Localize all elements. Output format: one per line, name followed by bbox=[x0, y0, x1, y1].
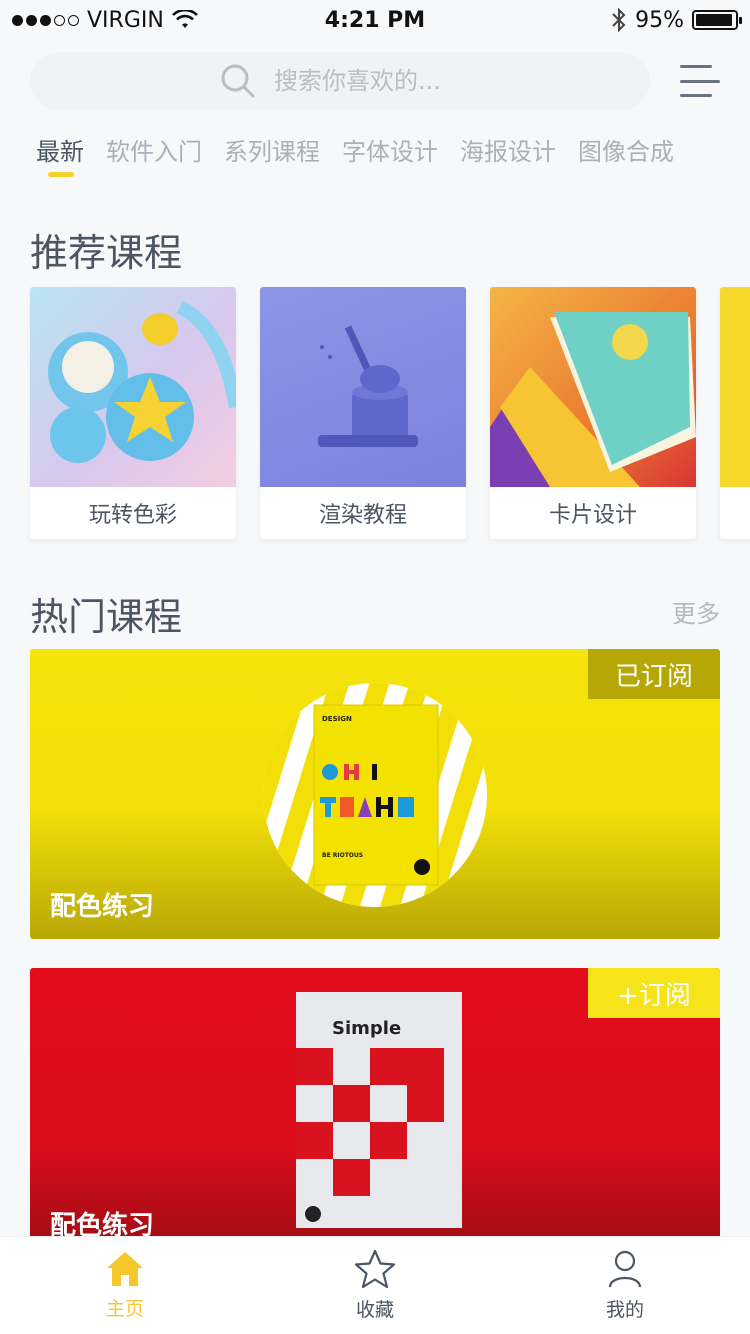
tabbar-label-home: 主页 bbox=[105, 1298, 144, 1320]
recommend-section-title: 推荐课程 bbox=[30, 231, 183, 275]
search-row bbox=[30, 52, 720, 110]
cupcake-illustration bbox=[48, 300, 236, 463]
recommend-card-color[interactable]: 玩转色彩 bbox=[30, 287, 236, 539]
subscribed-badge[interactable]: 已订阅 bbox=[588, 649, 720, 699]
status-left: VIRGIN bbox=[12, 8, 198, 33]
signal-strength-icon bbox=[12, 14, 79, 26]
tabbar-item-home[interactable]: 主页 bbox=[25, 1250, 225, 1321]
hot-course-card[interactable]: Simple +订阅 配色练习 bbox=[30, 968, 720, 1258]
tab-poster-design[interactable]: 海报设计 bbox=[460, 132, 556, 167]
guitar-drum-illustration bbox=[318, 325, 418, 447]
battery-icon bbox=[692, 10, 742, 30]
hot-section-title: 热门课程 bbox=[30, 595, 183, 639]
recommend-label: 玩转色彩 bbox=[88, 503, 177, 528]
category-tabs: 最新 软件入门 系列课程 字体设计 海报设计 图像合成 bbox=[36, 132, 674, 177]
recommend-image-partial bbox=[720, 287, 750, 487]
tab-image-compositing[interactable]: 图像合成 bbox=[578, 132, 674, 167]
card-stack-illustration bbox=[490, 312, 696, 487]
tabbar-item-profile[interactable]: 我的 bbox=[525, 1249, 725, 1322]
tabbar-label-profile: 我的 bbox=[605, 1299, 644, 1321]
recommend-image-color bbox=[30, 287, 236, 487]
user-icon bbox=[608, 1250, 642, 1288]
recommend-label: 渲染教程 bbox=[318, 503, 407, 528]
tab-font-design[interactable]: 字体设计 bbox=[342, 132, 438, 167]
poster-caption-text: BE RIOTOUS bbox=[322, 852, 363, 859]
tab-software-intro[interactable]: 软件入门 bbox=[106, 132, 202, 167]
subscribe-button[interactable]: +订阅 bbox=[588, 968, 720, 1018]
wifi-icon bbox=[171, 10, 198, 28]
star-icon bbox=[354, 1249, 396, 1289]
tab-latest[interactable]: 最新 bbox=[36, 132, 84, 177]
tab-series-courses[interactable]: 系列课程 bbox=[224, 132, 320, 167]
battery-percent: 95% bbox=[635, 7, 684, 33]
recommend-card-card-design[interactable]: 卡片设计 bbox=[490, 287, 696, 539]
recommend-image-render bbox=[260, 287, 466, 487]
status-right: 95% bbox=[611, 7, 742, 33]
recommend-card-partial[interactable] bbox=[720, 287, 750, 539]
home-icon bbox=[107, 1252, 143, 1286]
more-link[interactable]: 更多 bbox=[672, 594, 720, 629]
recommend-label: 卡片设计 bbox=[548, 503, 637, 528]
bottom-tab-bar: 主页 收藏 我的 bbox=[0, 1236, 750, 1334]
carrier-name: VIRGIN bbox=[87, 7, 164, 33]
tabbar-item-favorites[interactable]: 收藏 bbox=[275, 1249, 475, 1322]
search-icon bbox=[221, 64, 255, 98]
poster-header-text: DESIGN bbox=[322, 715, 352, 723]
search-box[interactable] bbox=[30, 52, 650, 110]
menu-icon[interactable] bbox=[680, 65, 720, 97]
hot-course-title: 配色练习 bbox=[50, 892, 155, 922]
hot-course-card[interactable]: DESIGN BE RIOTOUS 已订阅 配色练习 bbox=[30, 649, 720, 939]
status-time: 4:21 PM bbox=[324, 7, 426, 33]
status-bar: VIRGIN 4:21 PM 95% bbox=[0, 0, 750, 40]
poster-title-text: Simple bbox=[332, 1018, 401, 1039]
recommend-image-card-design bbox=[490, 287, 696, 487]
bluetooth-icon bbox=[612, 7, 626, 33]
tabbar-label-favorites: 收藏 bbox=[355, 1299, 394, 1321]
recommend-card-render[interactable]: 渲染教程 bbox=[260, 287, 466, 539]
search-input[interactable] bbox=[274, 67, 574, 95]
